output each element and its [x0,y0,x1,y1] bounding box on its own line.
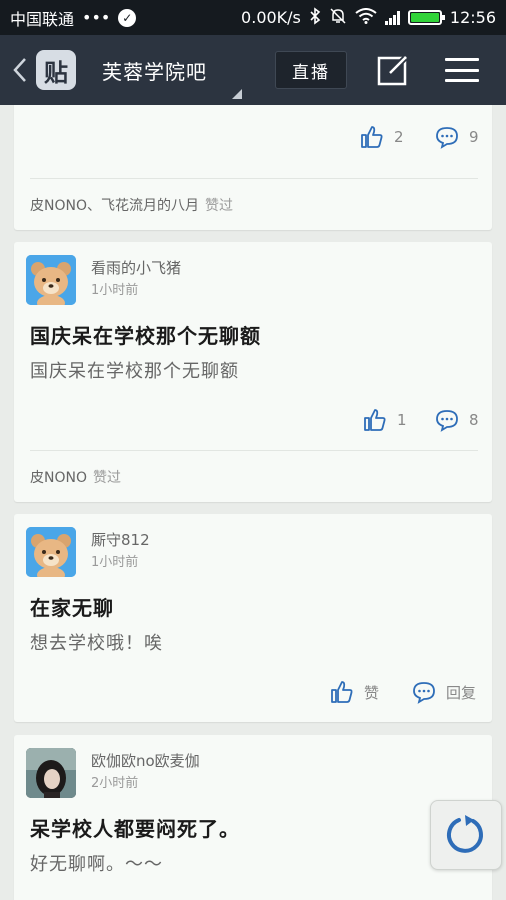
divider [30,178,478,179]
reply-action[interactable]: 8 [435,408,479,432]
carrier-label: 中国联通 [10,9,75,29]
avatar[interactable] [26,748,76,798]
liked-by-users: 皮NONO [30,470,87,486]
like-action[interactable]: 1 [363,408,407,432]
post-time: 2小时前 [91,776,139,791]
clock: 12:56 [449,8,496,27]
compose-button[interactable] [375,52,411,88]
avatar[interactable] [26,255,76,305]
comment-icon [436,410,458,432]
reply-action[interactable]: 9 [435,125,479,149]
liked-suffix: 赞过 [92,470,121,486]
notification-dots: ••• [82,8,111,27]
forum-header: 贴 芙蓉学院吧 直播 [0,35,506,105]
refresh-button[interactable] [430,800,502,870]
tieba-logo[interactable]: 贴 [36,50,76,90]
post-title[interactable]: 国庆呆在学校那个无聊额 [30,320,261,349]
post-body[interactable]: 好无聊啊。～～ [30,850,163,876]
bluetooth-icon [309,6,321,29]
menu-icon-bar [445,58,479,61]
post-card[interactable]: 看雨的小飞猪 1小时前 国庆呆在学校那个无聊额 国庆呆在学校那个无聊额 1 8 … [14,242,492,502]
net-speed: 0.00K/s [241,8,301,27]
post-card[interactable]: 欧伽欧no欧麦伽 2小时前 呆学校人都要闷死了。 好无聊啊。～～ [14,735,492,900]
bell-off-icon [329,7,347,29]
post-body[interactable]: 想去学校哦！唉 [30,629,163,655]
like-label: 赞 [364,683,380,702]
check-circle-icon: ✓ [118,8,137,27]
refresh-icon [447,815,483,853]
post-time: 1小时前 [91,283,139,298]
chevron-left-icon [13,58,26,82]
post-card[interactable]: 2 9 皮NONO、飞花流月的八月 赞过 [14,105,492,230]
reply-count: 9 [469,128,479,146]
forum-name: 芙蓉学院吧 [102,59,207,84]
reply-label: 回复 [446,683,477,702]
menu-icon-bar [445,68,479,72]
signal-icon [384,10,400,25]
divider [30,450,478,451]
user-photo-avatar-icon [26,748,76,798]
battery-icon [407,10,445,25]
author-name[interactable]: 厮守812 [91,529,150,550]
edit-icon [377,55,408,86]
post-title[interactable]: 呆学校人都要闷死了。 [30,813,240,842]
reply-action[interactable]: 回复 [412,680,476,704]
post-body[interactable]: 国庆呆在学校那个无聊额 [30,357,239,383]
liked-by[interactable]: 皮NONO、飞花流月的八月 赞过 [30,195,233,215]
avatar[interactable] [26,527,76,577]
menu-icon-bar [445,79,479,82]
forum-title[interactable]: 芙蓉学院吧 [102,35,242,105]
wifi-icon [355,7,377,28]
post-feed[interactable]: 2 9 皮NONO、飞花流月的八月 赞过 看雨的小飞猪 1小时前 国庆呆在学校那个… [0,105,506,900]
back-button[interactable] [6,35,34,105]
author-name[interactable]: 欧伽欧no欧麦伽 [91,750,200,771]
dropdown-corner-icon [232,89,242,99]
reply-count: 8 [469,411,479,429]
post-title[interactable]: 在家无聊 [30,592,114,621]
like-action[interactable]: 2 [360,125,404,149]
post-time: 1小时前 [91,555,139,570]
status-bar: 中国联通 ••• ✓ 0.00K/s 12:56 [0,0,506,35]
liked-by[interactable]: 皮NONO 赞过 [30,467,121,487]
thumbs-up-icon [364,409,386,431]
thumbs-up-icon [361,126,383,148]
live-button[interactable]: 直播 [275,51,347,89]
liked-by-users: 皮NONO、飞花流月的八月 [30,198,199,214]
bear-avatar-icon [26,255,76,305]
like-count: 1 [397,411,407,429]
like-action[interactable]: 赞 [330,680,379,704]
bear-avatar-icon [26,527,76,577]
comment-icon [413,682,435,704]
author-name[interactable]: 看雨的小飞猪 [91,257,181,278]
liked-suffix: 赞过 [204,198,233,214]
post-card[interactable]: 厮守812 1小时前 在家无聊 想去学校哦！唉 赞 回复 [14,514,492,722]
comment-icon [436,127,458,149]
like-count: 2 [394,128,404,146]
thumbs-up-icon [331,681,353,703]
menu-button[interactable] [445,55,479,85]
